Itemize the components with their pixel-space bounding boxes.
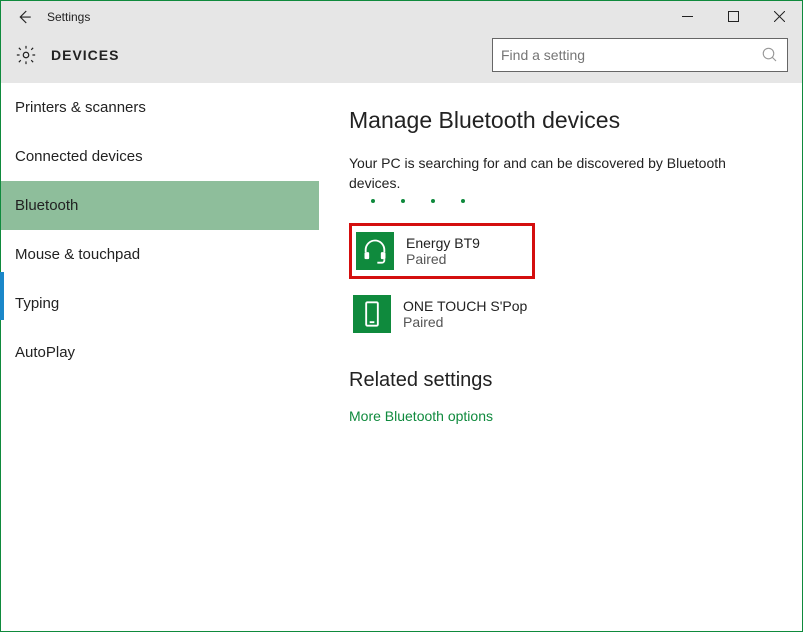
window-accent-strip [0, 272, 4, 320]
search-icon [761, 46, 779, 64]
back-button[interactable] [1, 1, 47, 33]
sidebar-item-label: Bluetooth [15, 197, 78, 214]
app-body: Printers & scanners Connected devices Bl… [1, 83, 802, 631]
sidebar-item-bluetooth[interactable]: Bluetooth [1, 181, 319, 230]
sidebar-item-label: Typing [15, 295, 59, 312]
headset-icon [356, 232, 394, 270]
sidebar-item-typing[interactable]: Typing [1, 279, 319, 328]
window-title: Settings [47, 10, 90, 24]
sidebar-item-connected-devices[interactable]: Connected devices [1, 132, 319, 181]
maximize-button[interactable] [710, 1, 756, 31]
device-status: Paired [403, 314, 527, 330]
progress-dot [371, 199, 375, 203]
window-controls [664, 1, 802, 31]
device-status: Paired [406, 251, 480, 267]
sidebar: Printers & scanners Connected devices Bl… [1, 83, 319, 631]
device-text: Energy BT9 Paired [406, 235, 480, 267]
arrow-left-icon [15, 8, 33, 26]
sidebar-item-label: AutoPlay [15, 344, 75, 361]
device-text: ONE TOUCH S'Pop Paired [403, 298, 527, 330]
close-button[interactable] [756, 1, 802, 31]
main-panel: Manage Bluetooth devices Your PC is sear… [319, 83, 802, 631]
settings-window: Settings DEVICES [0, 0, 803, 632]
progress-dot [401, 199, 405, 203]
sidebar-item-label: Mouse & touchpad [15, 246, 140, 263]
sidebar-item-mouse-touchpad[interactable]: Mouse & touchpad [1, 230, 319, 279]
maximize-icon [728, 11, 739, 22]
device-name: ONE TOUCH S'Pop [403, 298, 527, 314]
titlebar: Settings DEVICES [1, 1, 802, 83]
sidebar-item-autoplay[interactable]: AutoPlay [1, 328, 319, 377]
device-name: Energy BT9 [406, 235, 480, 251]
section-title: DEVICES [51, 47, 119, 63]
search-status-text: Your PC is searching for and can be disc… [349, 154, 772, 193]
device-item-energy-bt9[interactable]: Energy BT9 Paired [349, 223, 535, 279]
close-icon [774, 11, 785, 22]
gear-icon [15, 44, 37, 66]
phone-icon [353, 295, 391, 333]
sidebar-item-printers-scanners[interactable]: Printers & scanners [1, 83, 319, 132]
more-bluetooth-options-link[interactable]: More Bluetooth options [349, 408, 772, 424]
minimize-icon [682, 11, 693, 22]
searching-indicator [371, 199, 772, 203]
minimize-button[interactable] [664, 1, 710, 31]
search-box[interactable] [492, 38, 788, 72]
titlebar-bottom: DEVICES [1, 33, 802, 83]
sidebar-item-label: Connected devices [15, 148, 143, 165]
sidebar-item-label: Printers & scanners [15, 99, 146, 116]
progress-dot [461, 199, 465, 203]
progress-dot [431, 199, 435, 203]
related-settings-heading: Related settings [349, 369, 772, 392]
search-input[interactable] [501, 47, 761, 63]
device-item-one-touch-spop[interactable]: ONE TOUCH S'Pop Paired [349, 289, 535, 339]
titlebar-top: Settings [1, 1, 802, 33]
page-heading: Manage Bluetooth devices [349, 107, 772, 134]
